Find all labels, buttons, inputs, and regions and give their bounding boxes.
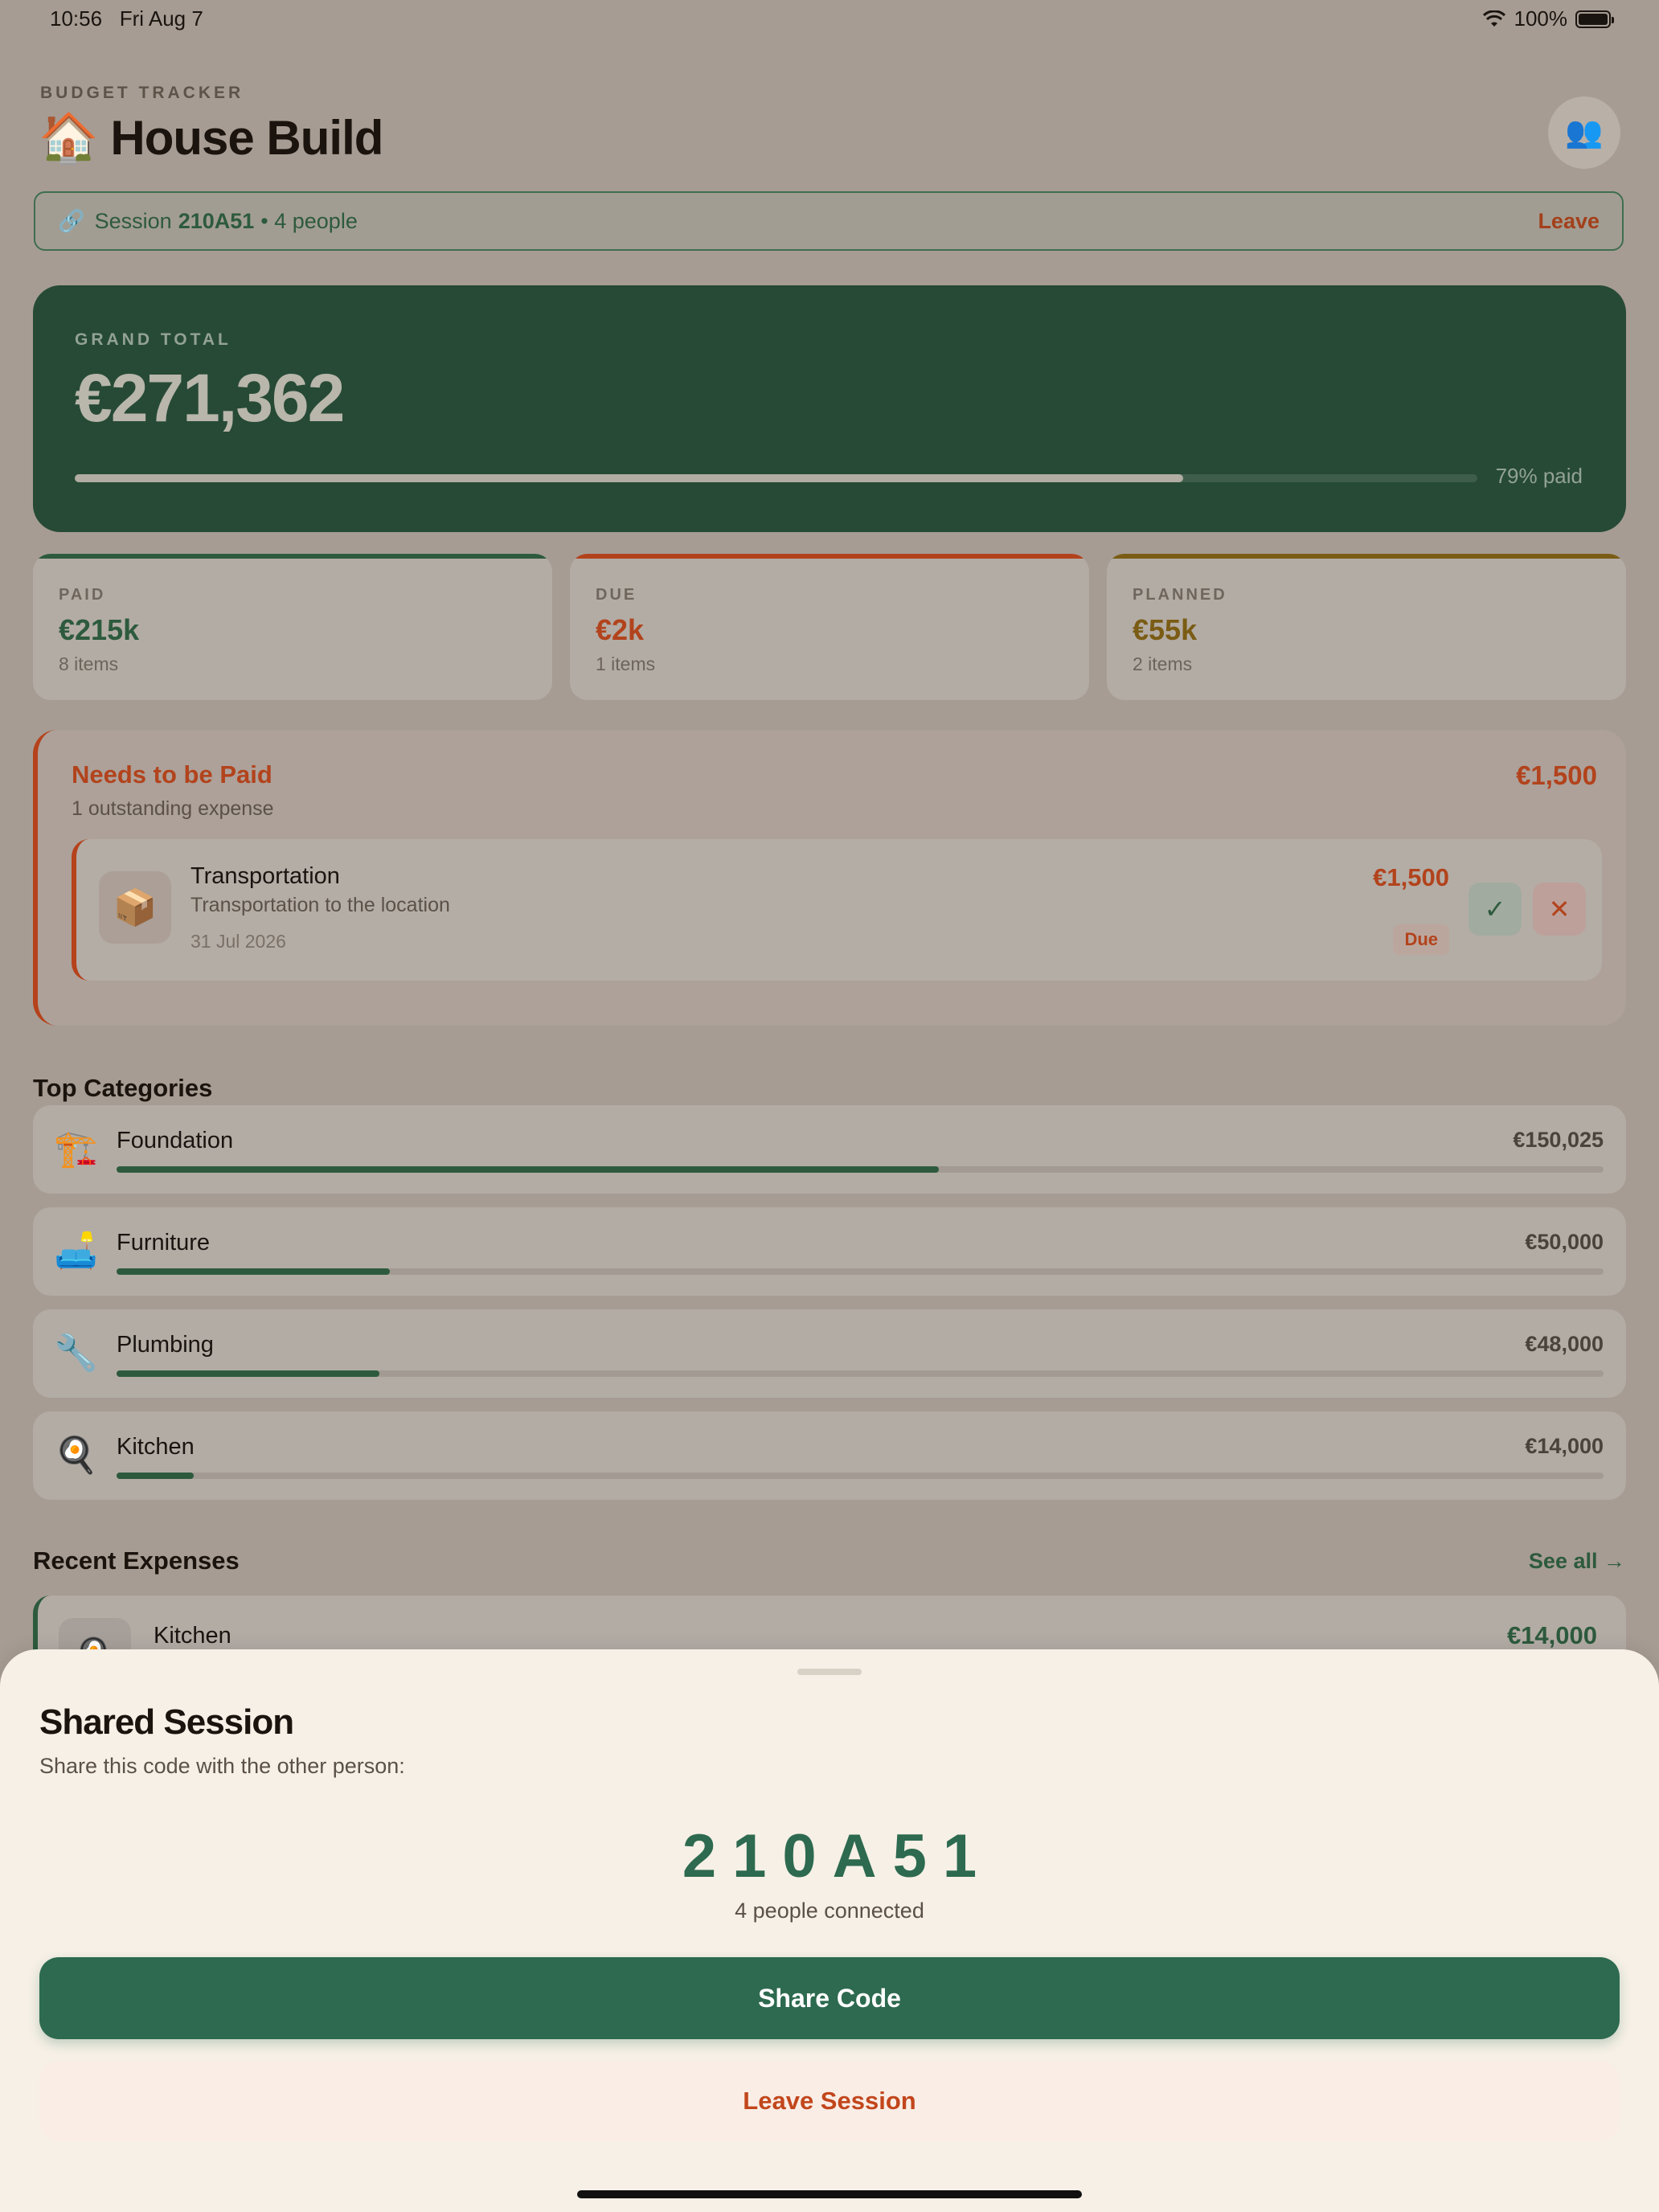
category-row-plumbing[interactable]: 🔧 Plumbing €48,000 xyxy=(33,1309,1626,1398)
stat-label: DUE xyxy=(596,586,637,604)
top-categories-heading: Top Categories xyxy=(33,1074,213,1102)
sheet-grabber[interactable] xyxy=(797,1669,862,1675)
category-row-kitchen[interactable]: 🍳 Kitchen €14,000 xyxy=(33,1411,1626,1500)
package-icon: 📦 xyxy=(99,871,171,944)
people-icon: 👥 xyxy=(1565,116,1604,150)
category-progress-fill xyxy=(117,1268,391,1275)
stat-value: €55k xyxy=(1133,613,1198,646)
shared-session-sheet: Shared Session Share this code with the … xyxy=(0,1649,1659,2212)
grand-total-value: €271,362 xyxy=(75,360,345,436)
session-code-display: 210A51 xyxy=(682,1822,993,1890)
needs-to-be-paid-card: Needs to be Paid 1 outstanding expense €… xyxy=(33,730,1626,1026)
stat-card-planned[interactable]: PLANNED €55k 2 items xyxy=(1107,554,1626,700)
see-all-link[interactable]: See all → xyxy=(1529,1549,1625,1574)
checkmark-icon: ✓ xyxy=(1484,895,1506,924)
wifi-icon xyxy=(1482,10,1505,27)
paid-progress-track xyxy=(75,474,1477,482)
expense-amount: €1,500 xyxy=(1373,863,1449,891)
app-screen: 10:56 Fri Aug 7 100% BUDGET TRACKER 🏠 Ho… xyxy=(0,0,1659,2212)
expense-amount: €14,000 xyxy=(1506,1621,1597,1649)
people-button[interactable]: 👥 xyxy=(1548,96,1620,169)
needs-total: €1,500 xyxy=(1516,760,1597,790)
status-date: Fri Aug 7 xyxy=(119,6,203,31)
leave-link[interactable]: Leave xyxy=(1538,209,1600,234)
stat-accent xyxy=(33,554,552,559)
status-indicators: 100% xyxy=(1482,6,1614,31)
category-name: Kitchen xyxy=(117,1434,195,1460)
couch-icon: 🛋️ xyxy=(54,1231,98,1271)
sheet-title: Shared Session xyxy=(39,1702,294,1742)
expense-name: Transportation xyxy=(190,863,340,889)
status-time: 10:56 Fri Aug 7 xyxy=(50,6,203,31)
expense-description: Transportation to the location xyxy=(190,894,450,916)
category-name: Plumbing xyxy=(117,1332,214,1358)
category-row-foundation[interactable]: 🏗️ Foundation €150,025 xyxy=(33,1105,1626,1194)
outstanding-expense-row[interactable]: 📦 Transportation Transportation to the l… xyxy=(72,839,1602,981)
stat-card-due[interactable]: DUE €2k 1 items xyxy=(570,554,1089,700)
due-badge: Due xyxy=(1393,924,1449,955)
app-eyebrow: BUDGET TRACKER xyxy=(40,84,244,102)
wrench-icon: 🔧 xyxy=(54,1333,98,1373)
stat-card-paid[interactable]: PAID €215k 8 items xyxy=(33,554,552,700)
leave-session-button[interactable]: Leave Session xyxy=(39,2061,1620,2141)
category-amount: €14,000 xyxy=(1525,1434,1604,1458)
category-progress-track xyxy=(117,1166,1604,1173)
dismiss-button[interactable]: ✕ xyxy=(1533,883,1586,936)
stat-accent xyxy=(570,554,1089,559)
share-code-button[interactable]: Share Code xyxy=(39,1957,1620,2039)
paid-progress-fill xyxy=(75,474,1183,482)
link-icon: 🔗 xyxy=(58,209,85,233)
category-progress-fill xyxy=(117,1473,195,1479)
stat-value: €215k xyxy=(59,613,140,646)
session-people: • 4 people xyxy=(260,208,358,233)
category-progress-fill xyxy=(117,1166,940,1173)
category-name: Foundation xyxy=(117,1128,234,1153)
needs-subtitle: 1 outstanding expense xyxy=(72,797,274,820)
stat-label: PAID xyxy=(59,586,106,604)
expense-name: Kitchen xyxy=(154,1623,231,1649)
stat-count: 8 items xyxy=(59,653,119,674)
category-row-furniture[interactable]: 🛋️ Furniture €50,000 xyxy=(33,1207,1626,1296)
page-title: 🏠 House Build xyxy=(39,111,383,165)
frying-pan-icon: 🍳 xyxy=(54,1436,98,1475)
stat-value: €2k xyxy=(596,613,645,646)
close-icon: ✕ xyxy=(1548,895,1571,924)
session-prefix: Session xyxy=(94,208,172,233)
sheet-subtitle: Share this code with the other person: xyxy=(39,1754,405,1778)
category-amount: €150,025 xyxy=(1513,1128,1604,1152)
expense-date: 31 Jul 2026 xyxy=(190,931,286,952)
recent-expenses-heading: Recent Expenses xyxy=(33,1546,240,1575)
category-amount: €50,000 xyxy=(1525,1230,1604,1254)
session-banner: 🔗 Session 210A51 • 4 people Leave xyxy=(34,191,1624,251)
stat-label: PLANNED xyxy=(1133,586,1227,604)
grand-total-card: GRAND TOTAL €271,362 79% paid xyxy=(33,285,1626,532)
category-amount: €48,000 xyxy=(1525,1332,1604,1356)
paid-percent: 79% paid xyxy=(1495,464,1583,488)
needs-title: Needs to be Paid xyxy=(72,760,272,789)
category-progress-track xyxy=(117,1268,1604,1275)
session-code: 210A51 xyxy=(178,208,255,233)
battery-icon xyxy=(1575,10,1614,28)
category-progress-track xyxy=(117,1370,1604,1377)
crane-icon: 🏗️ xyxy=(54,1129,98,1169)
category-name: Furniture xyxy=(117,1230,211,1256)
status-clock: 10:56 xyxy=(50,6,103,31)
grand-total-label: GRAND TOTAL xyxy=(75,330,231,349)
stat-count: 1 items xyxy=(596,653,656,674)
category-progress-fill xyxy=(117,1370,380,1377)
battery-percent: 100% xyxy=(1514,6,1568,31)
mark-paid-button[interactable]: ✓ xyxy=(1469,883,1522,936)
stat-accent xyxy=(1107,554,1626,559)
stat-count: 2 items xyxy=(1133,653,1193,674)
home-indicator xyxy=(577,2190,1082,2198)
connected-count: 4 people connected xyxy=(735,1899,924,1923)
category-progress-track xyxy=(117,1473,1604,1479)
